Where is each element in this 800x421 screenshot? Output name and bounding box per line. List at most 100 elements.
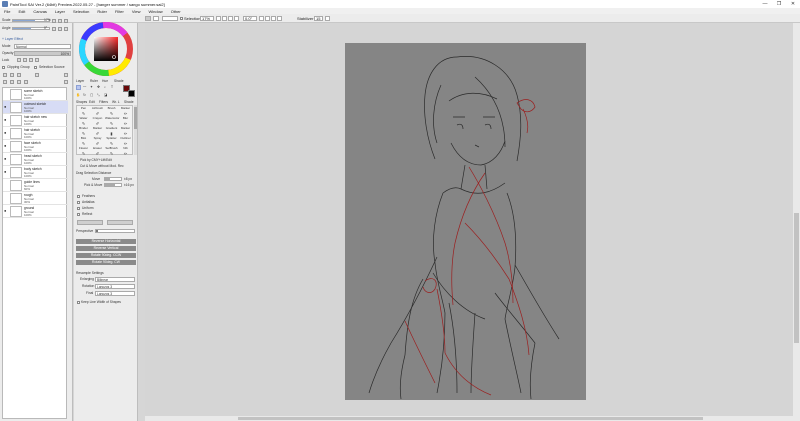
close-button[interactable]: ✕	[786, 0, 800, 8]
ok-button-disabled[interactable]	[77, 220, 103, 225]
tool-spray[interactable]: Spray ✐	[91, 136, 104, 146]
tool-grid-scrollbar[interactable]	[134, 105, 137, 155]
reverse-vertical-button[interactable]: Reverse Vertical	[76, 246, 136, 251]
tool-flower[interactable]: Flower ✎	[77, 146, 90, 156]
canvas-area[interactable]	[145, 23, 793, 416]
lock-pixels-button[interactable]	[23, 58, 27, 62]
layer-row[interactable]: ● hair sketch Normal 100%	[3, 127, 68, 140]
lasso-tool-icon[interactable]: ⌒	[83, 85, 86, 90]
layer-visibility-toggle[interactable]: ●	[4, 118, 8, 122]
menu-canvas[interactable]: Canvas	[33, 9, 47, 14]
tool-nib[interactable]: Nib ✏	[119, 146, 132, 156]
zoom-reset-button[interactable]	[228, 16, 233, 21]
tool-tab-wrl[interactable]: Wr. L	[112, 100, 120, 104]
menu-other[interactable]: Other	[171, 9, 181, 14]
tool-binder[interactable]: Binder ✎	[77, 126, 90, 136]
layer-effect-toggle[interactable]: + Layer Effect	[2, 37, 23, 41]
color-tab-shade[interactable]: Shade	[114, 79, 124, 83]
merge-down-button[interactable]	[3, 80, 7, 84]
menu-file[interactable]: File	[4, 9, 10, 14]
tool-outliner[interactable]: Outliner ✏	[119, 136, 132, 146]
antialias-checkbox[interactable]	[77, 201, 80, 204]
selection-checkbox[interactable]	[180, 17, 183, 20]
fill-tool-icon[interactable]: ◪	[104, 93, 107, 97]
tool-splatter[interactable]: Splatter ✎	[105, 136, 118, 146]
layer-visibility-toggle[interactable]: ●	[4, 157, 8, 161]
rotation-select[interactable]: Lanczos 3	[95, 284, 135, 289]
menu-view[interactable]: View	[132, 9, 141, 14]
layer-row[interactable]: ● ground Normal 100%	[3, 205, 68, 218]
layer-row[interactable]: guide lines Normal 60%	[3, 179, 68, 192]
rotate-left-button[interactable]	[259, 16, 264, 21]
menu-filter[interactable]: Filter	[115, 9, 124, 14]
tool-brush[interactable]: Brush ✎	[105, 106, 118, 116]
layer-row[interactable]: rough Normal 30%	[3, 192, 68, 205]
eyedropper-icon[interactable]: ⤡	[97, 93, 100, 97]
selection-source-checkbox[interactable]	[34, 66, 37, 69]
enlarging-select[interactable]: Bilinear	[95, 277, 135, 282]
undo-button[interactable]	[145, 16, 151, 21]
layer-menu-button[interactable]	[64, 73, 68, 77]
tool-watercolor[interactable]: Watercolor ✎	[105, 116, 119, 126]
zoom-tool-icon[interactable]: ⌕	[104, 85, 106, 89]
tool-airbrush[interactable]: Airbrush ✐	[91, 106, 104, 116]
layer-row[interactable]: ● head sketch Normal 100%	[3, 153, 68, 166]
layer-search-button[interactable]	[64, 80, 68, 84]
hand-tool-icon[interactable]: ✋	[76, 93, 80, 97]
layer-visibility-toggle[interactable]: ●	[4, 131, 8, 135]
tool-blot[interactable]: Blot ✎	[77, 136, 90, 146]
layer-visibility-toggle[interactable]: ●	[4, 209, 8, 213]
redo-button[interactable]	[153, 16, 159, 21]
minimize-button[interactable]: —	[758, 0, 772, 8]
tool-tab-edit[interactable]: Edit	[89, 100, 95, 104]
rotate-right-button[interactable]	[265, 16, 270, 21]
color-wheel[interactable]	[74, 21, 138, 81]
drawing-canvas[interactable]	[345, 43, 586, 400]
shape-tool-icon[interactable]: ▢	[90, 93, 93, 97]
stabilizer-dropdown-button[interactable]	[325, 16, 330, 21]
layer-visibility-toggle[interactable]	[4, 196, 8, 200]
rotate-tool-icon[interactable]: ↻	[83, 93, 86, 97]
tool-eraser[interactable]: Eraser ✐	[91, 146, 104, 156]
new-linework-button[interactable]	[17, 73, 21, 77]
layer-row[interactable]: ● body sketch Normal 100%	[3, 166, 68, 179]
vertical-scrollbar[interactable]	[793, 23, 800, 421]
horizontal-scrollbar[interactable]	[145, 416, 793, 421]
text-tool-icon[interactable]: T	[111, 85, 113, 89]
perspective-slider[interactable]	[95, 229, 135, 233]
magic-wand-icon[interactable]: ✦	[90, 85, 93, 89]
tool-tab-shapes[interactable]: Shapes	[76, 100, 87, 104]
layer-visibility-toggle[interactable]	[4, 183, 8, 187]
color-tab-ruler[interactable]: Ruler	[90, 79, 98, 83]
new-folder-button[interactable]	[10, 73, 14, 77]
tool-blur[interactable]: Blur ✏	[119, 116, 132, 126]
layer-visibility-toggle[interactable]	[4, 92, 8, 96]
zoom-fit-button[interactable]	[234, 16, 239, 21]
transfer-down-button[interactable]	[35, 73, 39, 77]
move-tool-icon[interactable]: ✥	[97, 85, 100, 89]
lock-move-button[interactable]	[29, 58, 33, 62]
menu-selection[interactable]: Selection	[73, 9, 89, 14]
rotate-cw-button[interactable]: Rotate 90deg. CW	[76, 260, 136, 265]
uniform-checkbox[interactable]	[77, 207, 80, 210]
feathers-checkbox[interactable]	[77, 195, 80, 198]
layer-row-selected[interactable]: ● outmost sketch Normal 100%	[3, 101, 68, 114]
reverse-horizontal-button[interactable]: Reverse Horizontal	[76, 239, 136, 244]
horizontal-scroll-thumb[interactable]	[238, 417, 703, 420]
menu-edit[interactable]: Edit	[18, 9, 25, 14]
angle-up-button[interactable]	[58, 27, 62, 31]
lock-transparency-button[interactable]	[17, 58, 21, 62]
layer-row[interactable]: some sketch Normal 100%	[3, 88, 68, 101]
tool-tab-shade[interactable]: Shade	[124, 100, 134, 104]
angle-reset-button[interactable]	[64, 27, 68, 31]
layer-options-button[interactable]	[24, 80, 28, 84]
vertical-scroll-thumb[interactable]	[794, 213, 799, 343]
menu-ruler[interactable]: Ruler	[97, 9, 107, 14]
deselect-button[interactable]	[162, 16, 178, 21]
rotate-ccw-button[interactable]: Rotate 90deg. CCW	[76, 253, 136, 258]
scale-reset-button[interactable]	[64, 19, 68, 23]
tool-gradient[interactable]: Gradient ▮	[105, 126, 118, 136]
lock-all-button[interactable]	[35, 58, 39, 62]
maximize-button[interactable]: ❐	[772, 0, 786, 8]
zoom-in-button[interactable]	[222, 16, 227, 21]
